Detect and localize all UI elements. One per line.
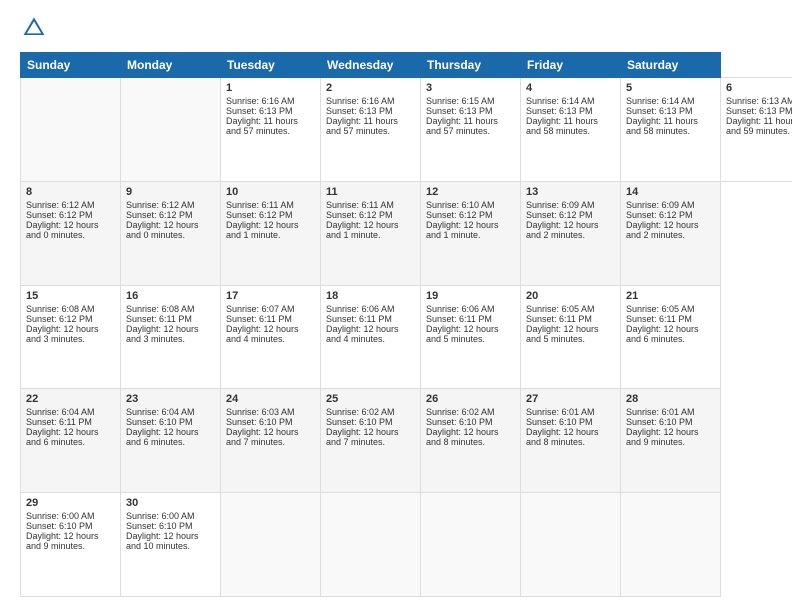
calendar-body: 1Sunrise: 6:16 AMSunset: 6:13 PMDaylight…	[21, 78, 792, 597]
day-number: 24	[226, 393, 315, 405]
day-number: 13	[526, 186, 615, 198]
day-cell: 10Sunrise: 6:11 AMSunset: 6:12 PMDayligh…	[221, 181, 321, 285]
day-number: 2	[326, 82, 415, 94]
day-cell: 20Sunrise: 6:05 AMSunset: 6:11 PMDayligh…	[521, 285, 621, 389]
day-number: 3	[426, 82, 515, 94]
calendar-table: Sunday Monday Tuesday Wednesday Thursday…	[20, 52, 792, 597]
calendar-header: Sunday Monday Tuesday Wednesday Thursday…	[21, 53, 792, 78]
empty-cell	[321, 493, 421, 597]
day-cell: 3Sunrise: 6:15 AMSunset: 6:13 PMDaylight…	[421, 78, 521, 182]
day-cell: 25Sunrise: 6:02 AMSunset: 6:10 PMDayligh…	[321, 389, 421, 493]
day-number: 25	[326, 393, 415, 405]
day-cell: 11Sunrise: 6:11 AMSunset: 6:12 PMDayligh…	[321, 181, 421, 285]
col-monday: Monday	[121, 53, 221, 78]
day-cell: 22Sunrise: 6:04 AMSunset: 6:11 PMDayligh…	[21, 389, 121, 493]
day-number: 15	[26, 290, 115, 302]
day-cell: 23Sunrise: 6:04 AMSunset: 6:10 PMDayligh…	[121, 389, 221, 493]
col-friday: Friday	[521, 53, 621, 78]
col-thursday: Thursday	[421, 53, 521, 78]
day-cell: 8Sunrise: 6:12 AMSunset: 6:12 PMDaylight…	[21, 181, 121, 285]
day-cell: 6Sunrise: 6:13 AMSunset: 6:13 PMDaylight…	[721, 78, 792, 182]
day-cell: 13Sunrise: 6:09 AMSunset: 6:12 PMDayligh…	[521, 181, 621, 285]
day-cell: 26Sunrise: 6:02 AMSunset: 6:10 PMDayligh…	[421, 389, 521, 493]
day-number: 17	[226, 290, 315, 302]
calendar-week-1: 8Sunrise: 6:12 AMSunset: 6:12 PMDaylight…	[21, 181, 792, 285]
day-number: 1	[226, 82, 315, 94]
day-cell: 28Sunrise: 6:01 AMSunset: 6:10 PMDayligh…	[621, 389, 721, 493]
day-number: 6	[726, 82, 792, 94]
day-number: 29	[26, 497, 115, 509]
day-cell: 14Sunrise: 6:09 AMSunset: 6:12 PMDayligh…	[621, 181, 721, 285]
day-number: 28	[626, 393, 715, 405]
logo	[20, 15, 50, 44]
empty-cell	[221, 493, 321, 597]
day-cell: 9Sunrise: 6:12 AMSunset: 6:12 PMDaylight…	[121, 181, 221, 285]
day-cell: 1Sunrise: 6:16 AMSunset: 6:13 PMDaylight…	[221, 78, 321, 182]
day-number: 26	[426, 393, 515, 405]
empty-cell	[121, 78, 221, 182]
calendar-week-3: 22Sunrise: 6:04 AMSunset: 6:11 PMDayligh…	[21, 389, 792, 493]
day-number: 11	[326, 186, 415, 198]
day-number: 30	[126, 497, 215, 509]
day-number: 16	[126, 290, 215, 302]
day-number: 23	[126, 393, 215, 405]
empty-cell	[421, 493, 521, 597]
day-cell: 17Sunrise: 6:07 AMSunset: 6:11 PMDayligh…	[221, 285, 321, 389]
day-cell: 30Sunrise: 6:00 AMSunset: 6:10 PMDayligh…	[121, 493, 221, 597]
day-cell: 15Sunrise: 6:08 AMSunset: 6:12 PMDayligh…	[21, 285, 121, 389]
day-cell: 21Sunrise: 6:05 AMSunset: 6:11 PMDayligh…	[621, 285, 721, 389]
day-number: 14	[626, 186, 715, 198]
header-row: Sunday Monday Tuesday Wednesday Thursday…	[21, 53, 792, 78]
day-number: 10	[226, 186, 315, 198]
logo-icon	[22, 15, 46, 39]
day-number: 8	[26, 186, 115, 198]
day-cell: 2Sunrise: 6:16 AMSunset: 6:13 PMDaylight…	[321, 78, 421, 182]
col-sunday: Sunday	[21, 53, 121, 78]
day-number: 12	[426, 186, 515, 198]
calendar-week-4: 29Sunrise: 6:00 AMSunset: 6:10 PMDayligh…	[21, 493, 792, 597]
empty-cell	[21, 78, 121, 182]
day-cell: 24Sunrise: 6:03 AMSunset: 6:10 PMDayligh…	[221, 389, 321, 493]
day-number: 20	[526, 290, 615, 302]
day-number: 9	[126, 186, 215, 198]
day-cell: 19Sunrise: 6:06 AMSunset: 6:11 PMDayligh…	[421, 285, 521, 389]
empty-cell	[521, 493, 621, 597]
calendar-week-0: 1Sunrise: 6:16 AMSunset: 6:13 PMDaylight…	[21, 78, 792, 182]
day-cell: 12Sunrise: 6:10 AMSunset: 6:12 PMDayligh…	[421, 181, 521, 285]
day-number: 22	[26, 393, 115, 405]
day-number: 18	[326, 290, 415, 302]
page: Sunday Monday Tuesday Wednesday Thursday…	[0, 0, 792, 612]
col-saturday: Saturday	[621, 53, 721, 78]
col-tuesday: Tuesday	[221, 53, 321, 78]
day-cell: 4Sunrise: 6:14 AMSunset: 6:13 PMDaylight…	[521, 78, 621, 182]
empty-cell	[621, 493, 721, 597]
day-cell: 27Sunrise: 6:01 AMSunset: 6:10 PMDayligh…	[521, 389, 621, 493]
col-wednesday: Wednesday	[321, 53, 421, 78]
day-cell: 29Sunrise: 6:00 AMSunset: 6:10 PMDayligh…	[21, 493, 121, 597]
day-cell: 5Sunrise: 6:14 AMSunset: 6:13 PMDaylight…	[621, 78, 721, 182]
header	[20, 15, 772, 44]
day-number: 19	[426, 290, 515, 302]
day-number: 27	[526, 393, 615, 405]
day-cell: 18Sunrise: 6:06 AMSunset: 6:11 PMDayligh…	[321, 285, 421, 389]
day-number: 21	[626, 290, 715, 302]
day-number: 5	[626, 82, 715, 94]
day-number: 4	[526, 82, 615, 94]
calendar-week-2: 15Sunrise: 6:08 AMSunset: 6:12 PMDayligh…	[21, 285, 792, 389]
day-cell: 16Sunrise: 6:08 AMSunset: 6:11 PMDayligh…	[121, 285, 221, 389]
